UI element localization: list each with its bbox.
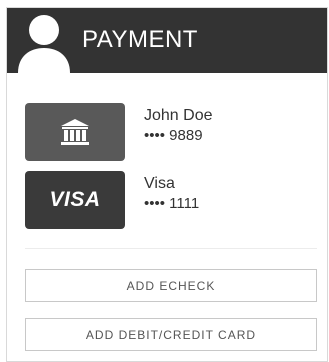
payment-method-name: Visa (144, 175, 175, 192)
payment-panel: PAYMENT John Doe •••• 9889 VISA Visa •••… (6, 7, 328, 362)
visa-logo-text: VISA (49, 188, 101, 211)
payment-method-visa[interactable]: VISA Visa •••• 1111 (25, 171, 317, 231)
add-card-button[interactable]: ADD DEBIT/CREDIT CARD (25, 318, 317, 351)
payment-method-number: •••• 1111 (144, 195, 200, 212)
payment-method-bank[interactable]: John Doe •••• 9889 (25, 103, 317, 163)
visa-icon: VISA (25, 171, 125, 229)
bank-icon (25, 103, 125, 161)
payment-method-number: •••• 9889 (144, 127, 203, 144)
payment-header: PAYMENT (7, 8, 327, 73)
user-avatar-icon (16, 12, 72, 73)
add-echeck-button[interactable]: ADD ECHECK (25, 269, 317, 302)
page-title: PAYMENT (82, 26, 198, 53)
payment-method-name: John Doe (144, 107, 213, 124)
section-divider (25, 248, 317, 249)
